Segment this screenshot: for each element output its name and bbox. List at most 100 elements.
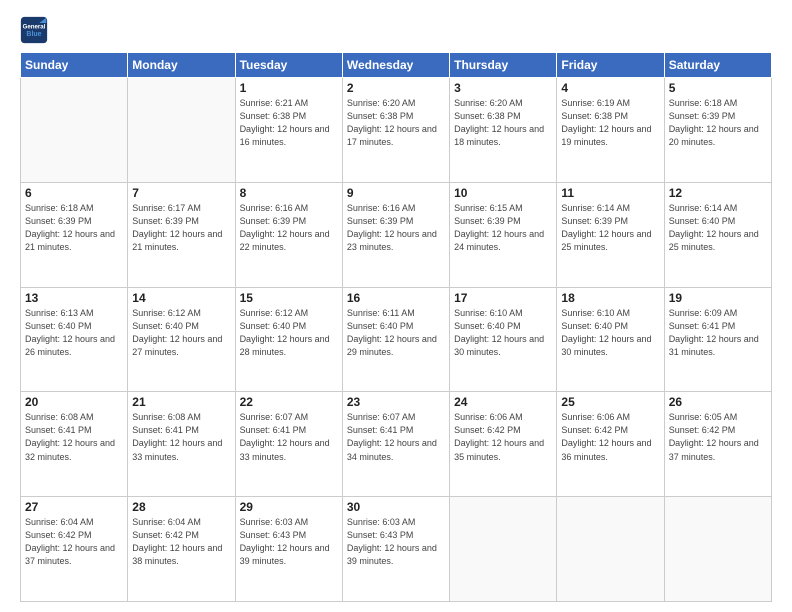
calendar-header-tuesday: Tuesday xyxy=(235,53,342,78)
day-info: Sunrise: 6:07 AM Sunset: 6:41 PM Dayligh… xyxy=(347,411,445,463)
day-info: Sunrise: 6:09 AM Sunset: 6:41 PM Dayligh… xyxy=(669,307,767,359)
svg-text:General: General xyxy=(23,23,46,30)
calendar-cell: 12Sunrise: 6:14 AM Sunset: 6:40 PM Dayli… xyxy=(664,182,771,287)
calendar-cell: 9 Sunrise: 6:16 AM Sunset: 6:39 PM Daylig… xyxy=(342,182,449,287)
day-info: Sunrise: 6:20 AM Sunset: 6:38 PM Dayligh… xyxy=(454,97,552,149)
day-info: Sunrise: 6:12 AM Sunset: 6:40 PM Dayligh… xyxy=(240,307,338,359)
day-info: Sunrise: 6:08 AM Sunset: 6:41 PM Dayligh… xyxy=(132,411,230,463)
day-number: 18 xyxy=(561,291,659,305)
day-number: 8 xyxy=(240,186,338,200)
calendar-week-1: 1 Sunrise: 6:21 AM Sunset: 6:38 PM Daylig… xyxy=(21,78,772,183)
day-info: Sunrise: 6:12 AM Sunset: 6:40 PM Dayligh… xyxy=(132,307,230,359)
day-number: 16 xyxy=(347,291,445,305)
day-number: 3 xyxy=(454,81,552,95)
day-number: 17 xyxy=(454,291,552,305)
day-number: 5 xyxy=(669,81,767,95)
logo-icon: General Blue xyxy=(20,16,48,44)
calendar-week-5: 27 Sunrise: 6:04 AM Sunset: 6:42 PM Dayli… xyxy=(21,497,772,602)
day-number: 7 xyxy=(132,186,230,200)
calendar-week-4: 20 Sunrise: 6:08 AM Sunset: 6:41 PM Dayli… xyxy=(21,392,772,497)
day-number: 24 xyxy=(454,395,552,409)
day-info: Sunrise: 6:04 AM Sunset: 6:42 PM Dayligh… xyxy=(132,516,230,568)
day-number: 25 xyxy=(561,395,659,409)
calendar-week-2: 6 Sunrise: 6:18 AM Sunset: 6:39 PM Daylig… xyxy=(21,182,772,287)
calendar-cell: 1 Sunrise: 6:21 AM Sunset: 6:38 PM Daylig… xyxy=(235,78,342,183)
calendar-cell xyxy=(450,497,557,602)
calendar-cell: 13Sunrise: 6:13 AM Sunset: 6:40 PM Dayli… xyxy=(21,287,128,392)
day-info: Sunrise: 6:11 AM Sunset: 6:40 PM Dayligh… xyxy=(347,307,445,359)
calendar-cell: 11 Sunrise: 6:14 AM Sunset: 6:39 PM Dayli… xyxy=(557,182,664,287)
calendar-cell: 2Sunrise: 6:20 AM Sunset: 6:38 PM Daylig… xyxy=(342,78,449,183)
day-number: 27 xyxy=(25,500,123,514)
day-info: Sunrise: 6:17 AM Sunset: 6:39 PM Dayligh… xyxy=(132,202,230,254)
calendar-cell xyxy=(557,497,664,602)
calendar-cell: 6 Sunrise: 6:18 AM Sunset: 6:39 PM Daylig… xyxy=(21,182,128,287)
svg-text:Blue: Blue xyxy=(26,31,41,38)
calendar-header-thursday: Thursday xyxy=(450,53,557,78)
calendar-header-wednesday: Wednesday xyxy=(342,53,449,78)
day-info: Sunrise: 6:06 AM Sunset: 6:42 PM Dayligh… xyxy=(454,411,552,463)
calendar-cell xyxy=(128,78,235,183)
day-number: 2 xyxy=(347,81,445,95)
calendar-cell: 27 Sunrise: 6:04 AM Sunset: 6:42 PM Dayli… xyxy=(21,497,128,602)
calendar-cell: 3 Sunrise: 6:20 AM Sunset: 6:38 PM Daylig… xyxy=(450,78,557,183)
day-number: 4 xyxy=(561,81,659,95)
calendar-cell: 18 Sunrise: 6:10 AM Sunset: 6:40 PM Dayli… xyxy=(557,287,664,392)
calendar-cell: 15 Sunrise: 6:12 AM Sunset: 6:40 PM Dayli… xyxy=(235,287,342,392)
day-number: 26 xyxy=(669,395,767,409)
day-number: 6 xyxy=(25,186,123,200)
logo: General Blue xyxy=(20,16,48,44)
calendar-header-saturday: Saturday xyxy=(664,53,771,78)
calendar-cell: 22 Sunrise: 6:07 AM Sunset: 6:41 PM Dayli… xyxy=(235,392,342,497)
page: General Blue SundayMondayTuesdayWednesda… xyxy=(0,0,792,612)
day-number: 28 xyxy=(132,500,230,514)
day-info: Sunrise: 6:10 AM Sunset: 6:40 PM Dayligh… xyxy=(561,307,659,359)
day-info: Sunrise: 6:14 AM Sunset: 6:39 PM Dayligh… xyxy=(561,202,659,254)
day-number: 21 xyxy=(132,395,230,409)
calendar-header-friday: Friday xyxy=(557,53,664,78)
day-info: Sunrise: 6:10 AM Sunset: 6:40 PM Dayligh… xyxy=(454,307,552,359)
calendar-cell: 14Sunrise: 6:12 AM Sunset: 6:40 PM Dayli… xyxy=(128,287,235,392)
calendar-header-row: SundayMondayTuesdayWednesdayThursdayFrid… xyxy=(21,53,772,78)
calendar-cell: 8 Sunrise: 6:16 AM Sunset: 6:39 PM Daylig… xyxy=(235,182,342,287)
day-number: 22 xyxy=(240,395,338,409)
day-number: 15 xyxy=(240,291,338,305)
calendar-week-3: 13Sunrise: 6:13 AM Sunset: 6:40 PM Dayli… xyxy=(21,287,772,392)
calendar-cell: 21 Sunrise: 6:08 AM Sunset: 6:41 PM Dayli… xyxy=(128,392,235,497)
day-number: 29 xyxy=(240,500,338,514)
calendar-cell: 29Sunrise: 6:03 AM Sunset: 6:43 PM Dayli… xyxy=(235,497,342,602)
day-info: Sunrise: 6:14 AM Sunset: 6:40 PM Dayligh… xyxy=(669,202,767,254)
calendar-cell: 30 Sunrise: 6:03 AM Sunset: 6:43 PM Dayli… xyxy=(342,497,449,602)
calendar-cell: 16 Sunrise: 6:11 AM Sunset: 6:40 PM Dayli… xyxy=(342,287,449,392)
day-info: Sunrise: 6:15 AM Sunset: 6:39 PM Dayligh… xyxy=(454,202,552,254)
day-number: 9 xyxy=(347,186,445,200)
day-info: Sunrise: 6:08 AM Sunset: 6:41 PM Dayligh… xyxy=(25,411,123,463)
calendar-cell: 25Sunrise: 6:06 AM Sunset: 6:42 PM Dayli… xyxy=(557,392,664,497)
day-info: Sunrise: 6:18 AM Sunset: 6:39 PM Dayligh… xyxy=(669,97,767,149)
day-info: Sunrise: 6:21 AM Sunset: 6:38 PM Dayligh… xyxy=(240,97,338,149)
calendar-cell: 20 Sunrise: 6:08 AM Sunset: 6:41 PM Dayli… xyxy=(21,392,128,497)
day-info: Sunrise: 6:18 AM Sunset: 6:39 PM Dayligh… xyxy=(25,202,123,254)
calendar-cell: 17 Sunrise: 6:10 AM Sunset: 6:40 PM Dayli… xyxy=(450,287,557,392)
calendar-cell: 26Sunrise: 6:05 AM Sunset: 6:42 PM Dayli… xyxy=(664,392,771,497)
calendar-cell xyxy=(664,497,771,602)
day-info: Sunrise: 6:03 AM Sunset: 6:43 PM Dayligh… xyxy=(347,516,445,568)
day-info: Sunrise: 6:13 AM Sunset: 6:40 PM Dayligh… xyxy=(25,307,123,359)
calendar-cell xyxy=(21,78,128,183)
header: General Blue xyxy=(20,16,772,44)
day-number: 30 xyxy=(347,500,445,514)
day-number: 23 xyxy=(347,395,445,409)
calendar-header-monday: Monday xyxy=(128,53,235,78)
day-info: Sunrise: 6:16 AM Sunset: 6:39 PM Dayligh… xyxy=(240,202,338,254)
day-number: 11 xyxy=(561,186,659,200)
day-number: 20 xyxy=(25,395,123,409)
day-number: 1 xyxy=(240,81,338,95)
calendar-header-sunday: Sunday xyxy=(21,53,128,78)
day-info: Sunrise: 6:04 AM Sunset: 6:42 PM Dayligh… xyxy=(25,516,123,568)
calendar-cell: 5 Sunrise: 6:18 AM Sunset: 6:39 PM Daylig… xyxy=(664,78,771,183)
day-info: Sunrise: 6:19 AM Sunset: 6:38 PM Dayligh… xyxy=(561,97,659,149)
day-info: Sunrise: 6:16 AM Sunset: 6:39 PM Dayligh… xyxy=(347,202,445,254)
calendar: SundayMondayTuesdayWednesdayThursdayFrid… xyxy=(20,52,772,602)
calendar-cell: 24 Sunrise: 6:06 AM Sunset: 6:42 PM Dayli… xyxy=(450,392,557,497)
day-info: Sunrise: 6:07 AM Sunset: 6:41 PM Dayligh… xyxy=(240,411,338,463)
